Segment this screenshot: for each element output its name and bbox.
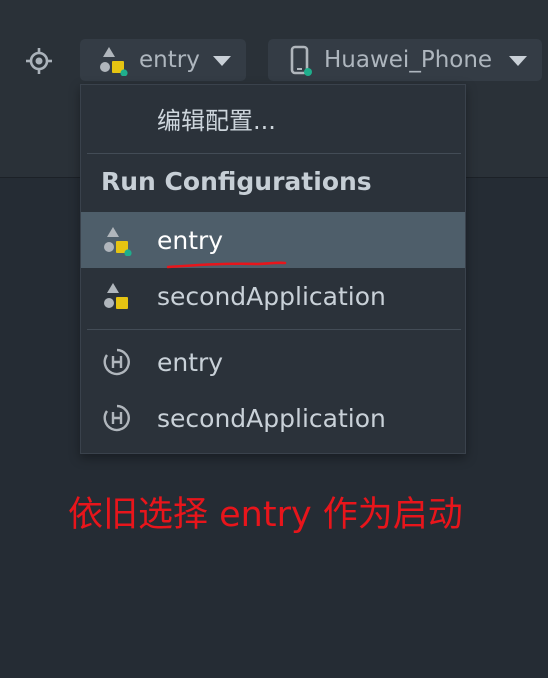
- section-header-run-configurations: Run Configurations: [101, 167, 372, 196]
- menu-item-label: entry: [157, 347, 224, 377]
- device-label: Huawei_Phone: [324, 47, 493, 73]
- phone-device-icon: [290, 45, 312, 76]
- menu-item-entry-harmony[interactable]: entry: [81, 334, 465, 390]
- run-config-label: entry: [139, 47, 200, 73]
- harmony-h-icon: [103, 348, 130, 376]
- menu-item-second-application-harmony[interactable]: secondApplication: [81, 390, 465, 446]
- ohos-app-icon: [104, 283, 128, 309]
- red-underline-annotation: [167, 261, 287, 269]
- menu-item-label: secondApplication: [157, 281, 386, 311]
- menu-item-label: entry: [157, 225, 224, 255]
- menu-separator: [87, 153, 461, 154]
- menu-item-label: secondApplication: [157, 403, 386, 433]
- chevron-down-icon: [509, 56, 527, 66]
- annotation-text: 依旧选择 entry 作为启动: [68, 495, 463, 535]
- ohos-app-module-icon: [104, 227, 132, 256]
- edit-configurations-item[interactable]: 编辑配置...: [81, 85, 465, 151]
- run-config-dropdown: 编辑配置... Run Configurations entry secondA…: [80, 84, 466, 454]
- menu-separator: [87, 329, 461, 330]
- device-selector[interactable]: Huawei_Phone: [268, 39, 542, 81]
- run-config-selector[interactable]: entry: [80, 39, 246, 81]
- chevron-down-icon: [213, 56, 231, 66]
- ohos-app-module-icon: [100, 47, 128, 76]
- harmony-h-icon: [103, 404, 130, 432]
- edit-configurations-label: 编辑配置...: [157, 106, 276, 135]
- menu-item-second-application[interactable]: secondApplication: [81, 268, 465, 324]
- locate-target-icon[interactable]: [26, 48, 52, 74]
